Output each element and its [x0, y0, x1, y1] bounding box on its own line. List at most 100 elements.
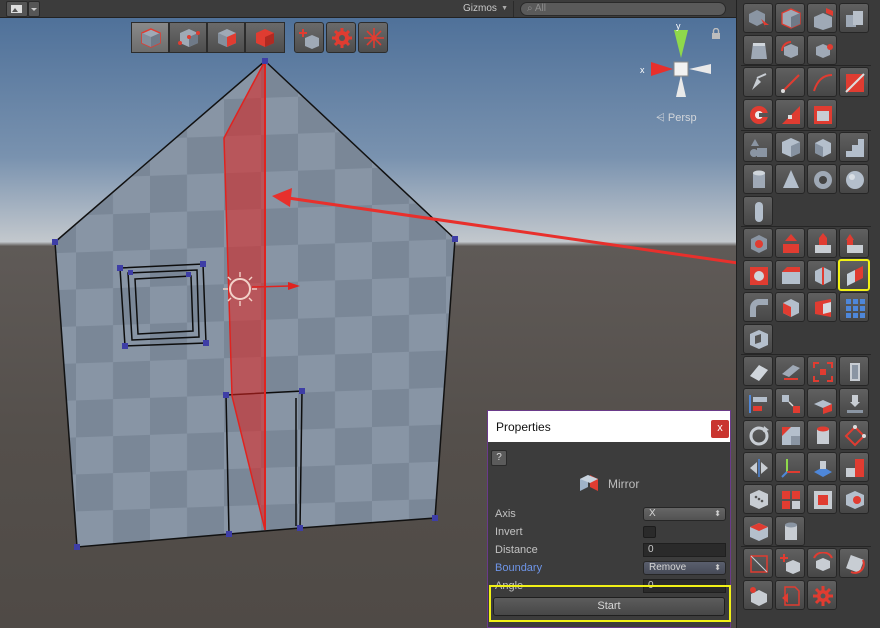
distance-field[interactable]: 0 — [643, 543, 726, 557]
vertex-weld-button[interactable] — [839, 420, 869, 450]
cylinder-cut-button[interactable] — [839, 484, 869, 514]
slice-cube-icon — [750, 523, 768, 541]
caret-down-icon: ▼ — [501, 5, 508, 12]
mirror-tool-button[interactable] — [838, 259, 870, 291]
palette-divider — [741, 226, 871, 227]
settings-button[interactable] — [326, 22, 356, 53]
round-cube-button[interactable] — [775, 292, 805, 322]
axis-dropdown[interactable]: X ⬍ — [643, 507, 726, 521]
plane-slice-button[interactable] — [839, 67, 869, 97]
boolean-tool-button[interactable] — [743, 260, 773, 290]
angle-field[interactable]: 0 — [643, 579, 726, 593]
rotate-face-button[interactable] — [839, 548, 869, 578]
shield-tool-button[interactable] — [743, 228, 773, 258]
split-tool-button[interactable] — [807, 260, 837, 290]
boundary-dropdown[interactable]: Remove ⬍ — [643, 561, 726, 575]
grid-tool-button[interactable] — [839, 292, 869, 322]
point-light-button[interactable] — [358, 22, 388, 53]
orbit-cube-button[interactable] — [807, 548, 837, 578]
element-mode-button[interactable] — [245, 22, 285, 53]
floor-plane-button[interactable] — [807, 452, 837, 482]
vertex-mode-button[interactable] — [169, 22, 207, 53]
tube-primitive-button[interactable] — [775, 516, 805, 546]
preferences-button[interactable] — [807, 580, 837, 610]
stairs-primitive-button[interactable] — [839, 132, 869, 162]
hollow-cube-button[interactable] — [743, 324, 773, 354]
face-extrude-button[interactable] — [807, 292, 837, 322]
smooth-tool-button[interactable] — [775, 356, 805, 386]
edit-cube-button[interactable] — [775, 3, 805, 33]
shell-cylinder-button[interactable] — [807, 420, 837, 450]
cone-primitive-button[interactable] — [775, 164, 805, 194]
merge-cube-button[interactable] — [743, 580, 773, 610]
extrude-cube-button[interactable] — [807, 3, 837, 33]
drop-tool-button[interactable] — [839, 388, 869, 418]
image-icon[interactable] — [6, 1, 28, 17]
new-shape-button[interactable] — [294, 22, 324, 53]
add-cube-button[interactable] — [775, 548, 805, 578]
projection-label[interactable]: ⩤ Persp — [656, 112, 697, 125]
cube-icon — [782, 138, 800, 157]
bend-tool-button[interactable] — [743, 292, 773, 322]
transform-gizmo-button[interactable] — [775, 452, 805, 482]
move-cube-button[interactable] — [807, 35, 837, 65]
arc-tool-button[interactable] — [743, 99, 773, 129]
box-primitive-button[interactable] — [807, 132, 837, 162]
face-mode-button[interactable] — [207, 22, 245, 53]
help-button[interactable]: ? — [491, 450, 507, 466]
capsule-primitive-button[interactable] — [743, 196, 773, 226]
distribute-button[interactable] — [775, 388, 805, 418]
arc-icon — [750, 106, 769, 124]
voxel-tool-button[interactable] — [775, 484, 805, 514]
select-edges-button[interactable] — [807, 356, 837, 386]
bevel-icon — [782, 267, 800, 284]
pipe-primitive-button[interactable] — [807, 164, 837, 194]
rotate-cube-button[interactable] — [775, 35, 805, 65]
cylinder-shape-button[interactable] — [743, 35, 773, 65]
multi-cube-button[interactable] — [839, 3, 869, 33]
invert-checkbox[interactable] — [643, 526, 656, 538]
pillar-tool-button[interactable] — [839, 356, 869, 386]
object-mode-button[interactable] — [131, 22, 169, 53]
extrude-edge-icon — [846, 234, 863, 253]
export-icon — [782, 586, 800, 606]
revolve-tool-button[interactable] — [743, 420, 773, 450]
select-tool-button[interactable] — [743, 3, 773, 33]
extrude-up-button[interactable] — [807, 228, 837, 258]
primitive-group-button[interactable] — [743, 132, 773, 162]
persp-icon: ⩤ — [656, 112, 665, 124]
align-left-button[interactable] — [743, 388, 773, 418]
extrude-edge-button[interactable] — [839, 228, 869, 258]
properties-title: Properties — [496, 420, 551, 434]
round-cube-icon — [783, 299, 799, 317]
export-button[interactable] — [775, 580, 805, 610]
pen-tool-button[interactable] — [743, 67, 773, 97]
sphere-primitive-button[interactable] — [839, 164, 869, 194]
corner-tool-button[interactable] — [839, 452, 869, 482]
push-up-button[interactable] — [775, 228, 805, 258]
dice-cube-button[interactable] — [743, 484, 773, 514]
bevel-tool-button[interactable] — [775, 260, 805, 290]
tube-icon — [785, 522, 797, 540]
frame-tool-button[interactable] — [807, 99, 837, 129]
stair-slope-button[interactable] — [775, 99, 805, 129]
palette-divider — [741, 65, 871, 66]
cylinder-primitive-button[interactable] — [743, 164, 773, 194]
snap-tool-button[interactable] — [807, 388, 837, 418]
curve-tool-button[interactable] — [807, 67, 837, 97]
slice-cube-button[interactable] — [743, 516, 773, 546]
orientation-gizmo[interactable]: y x — [640, 21, 711, 97]
chevron-down-icon[interactable] — [28, 1, 40, 17]
start-button[interactable]: Start — [493, 597, 725, 616]
close-button[interactable]: x — [711, 420, 729, 438]
lock-icon[interactable] — [711, 28, 721, 40]
line-tool-button[interactable] — [775, 67, 805, 97]
gizmos-dropdown[interactable]: Gizmos ▼ — [458, 1, 514, 17]
box-select-button[interactable] — [743, 548, 773, 578]
pattern-tool-button[interactable] — [775, 420, 805, 450]
window-cut-button[interactable] — [807, 484, 837, 514]
eraser-tool-button[interactable] — [743, 356, 773, 386]
flip-tool-button[interactable] — [743, 452, 773, 482]
scene-search-input[interactable]: ⌕ All — [520, 2, 726, 16]
cube-primitive-button[interactable] — [775, 132, 805, 162]
